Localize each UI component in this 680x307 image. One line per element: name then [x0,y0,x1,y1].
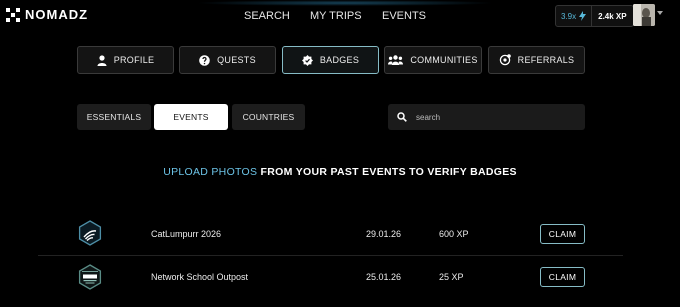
nav-search[interactable]: SEARCH [244,10,290,22]
group-icon [388,55,404,65]
subtab-countries[interactable]: COUNTRIES [232,104,305,130]
event-row: CatLumpurr 2026 29.01.26 600 XP CLAIM [38,213,623,255]
quest-icon [199,54,210,66]
wifi-hex-badge-icon [78,220,102,246]
subtab-label: EVENTS [173,112,209,122]
chevron-down-icon[interactable] [657,11,663,15]
subtab-label: ESSENTIALS [86,112,142,122]
event-date: 29.01.26 [366,229,402,239]
logo-mark-icon [6,7,20,22]
tab-quests[interactable]: QUESTS [179,46,276,74]
top-bar: NOMADZ SEARCH MY TRIPS EVENTS 3.9x 2.4k … [0,0,680,32]
multiplier-value: 3.9x [561,11,577,21]
avatar-photo [633,4,655,26]
subtab-label: COUNTRIES [242,112,295,122]
headline-rest: FROM YOUR PAST EVENTS TO VERIFY BADGES [257,166,517,178]
user-stats[interactable]: 3.9x 2.4k XP [555,5,634,27]
tab-profile[interactable]: PROFILE [77,46,174,74]
lightning-icon [579,11,587,21]
search-box[interactable] [388,104,585,130]
multiplier-stat: 3.9x [556,6,593,26]
nav-events[interactable]: EVENTS [382,10,426,22]
tab-referrals[interactable]: REFERRALS [488,46,585,74]
tab-label: COMMUNITIES [410,55,478,65]
claim-button[interactable]: CLAIM [540,224,585,244]
claim-button[interactable]: CLAIM [540,267,585,287]
brand-name: NOMADZ [25,7,89,22]
search-input[interactable] [416,112,566,122]
header-glow [195,0,495,6]
upload-photos-link[interactable]: UPLOAD PHOTOS [163,166,257,178]
tab-label: PROFILE [113,55,155,65]
subtab-events[interactable]: EVENTS [154,104,228,130]
tab-label: QUESTS [217,55,256,65]
tab-label: BADGES [319,55,360,65]
tab-communities[interactable]: COMMUNITIES [384,46,482,74]
event-xp: 600 XP [439,229,469,239]
avatar[interactable] [633,4,655,26]
nav-my-trips[interactable]: MY TRIPS [310,10,362,22]
event-row: Network School Outpost 25.01.26 25 XP CL… [38,255,623,297]
event-name: Network School Outpost [151,272,249,282]
search-icon [397,112,407,122]
event-xp: 25 XP [439,272,464,282]
person-icon [97,54,107,66]
event-name: CatLumpurr 2026 [151,229,222,239]
upload-prompt: UPLOAD PHOTOS FROM YOUR PAST EVENTS TO V… [0,166,680,178]
referral-icon [499,54,511,66]
subtab-essentials[interactable]: ESSENTIALS [77,104,151,130]
badge-icon [301,54,313,66]
logo[interactable]: NOMADZ [6,7,88,22]
xp-stat: 2.4k XP [598,11,627,21]
tab-label: REFERRALS [517,55,575,65]
outpost-hex-badge-icon [78,264,102,290]
event-date: 25.01.26 [366,272,402,282]
tab-badges[interactable]: BADGES [282,46,379,74]
